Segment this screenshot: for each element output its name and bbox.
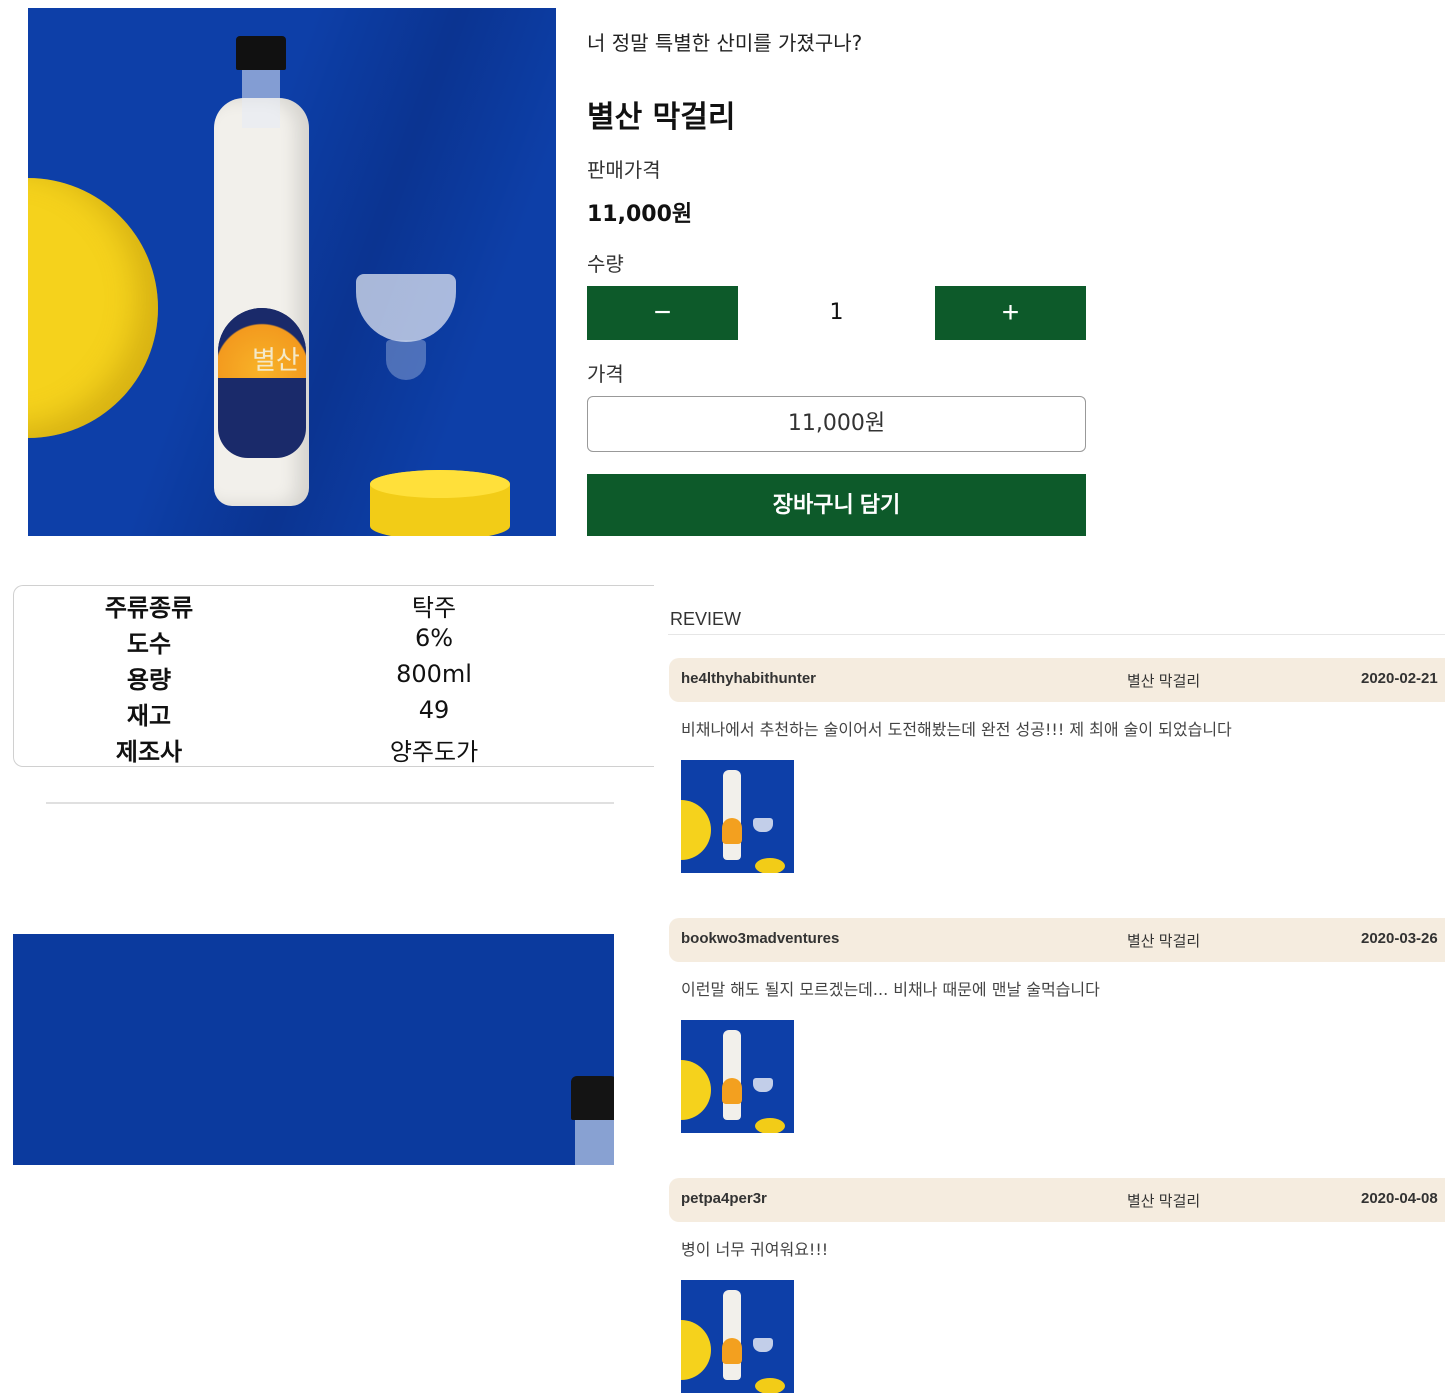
- price-label: 판매가격: [587, 158, 661, 182]
- product-image: 별산: [28, 8, 556, 536]
- thumb-bottle: [723, 770, 741, 860]
- thumb-bottle: [723, 1030, 741, 1120]
- review-date: 2020-04-08: [1361, 1190, 1438, 1207]
- spec-row: 주류종류 탁주: [14, 588, 614, 624]
- thumb-bottle: [723, 1290, 741, 1380]
- review-photo-thumbnail[interactable]: [681, 1020, 794, 1133]
- thumb-label: [722, 1338, 742, 1364]
- review-product: 별산 막걸리: [1127, 673, 1201, 690]
- spec-value: 800ml: [396, 660, 472, 688]
- review-date: 2020-03-26: [1361, 930, 1438, 947]
- label-text: 별산: [252, 346, 300, 376]
- spec-row: 재고 49: [14, 696, 614, 732]
- thumb-glass: [753, 1338, 773, 1352]
- detail-banner-image: [13, 934, 614, 1165]
- thumb-glass: [753, 1078, 773, 1092]
- review-header: bookwo3madventures 별산 막걸리 2020-03-26: [669, 918, 1445, 962]
- review-photo-thumbnail[interactable]: [681, 1280, 794, 1393]
- thumb-sphere: [681, 800, 711, 860]
- spec-value: 양주도가: [389, 738, 479, 766]
- product-name: 별산 막걸리: [587, 100, 736, 135]
- spec-row: 용량 800ml: [14, 660, 614, 696]
- quantity-label: 수량: [587, 252, 624, 276]
- add-to-cart-button[interactable]: 장바구니 담기: [587, 474, 1086, 536]
- price-value: 11,000원: [587, 202, 693, 227]
- spec-value: 6%: [414, 624, 454, 652]
- section-divider: [46, 802, 614, 804]
- total-price-field: 11,000원: [587, 396, 1086, 452]
- spec-table: 주류종류 탁주 도수 6% 용량 800ml 재고 49 제조사 양주도가: [13, 585, 654, 767]
- review-text: 이런말 해도 될지 모르겠는데... 비채나 때문에 맨날 술먹습니다: [681, 980, 1100, 999]
- review-date: 2020-02-21: [1361, 670, 1438, 687]
- spec-key: 주류종류: [104, 594, 194, 622]
- thumb-glass: [753, 818, 773, 832]
- spec-key: 용량: [126, 666, 172, 694]
- total-price-label: 가격: [587, 362, 624, 386]
- thumb-sphere: [681, 1320, 711, 1380]
- bottle-cap: [236, 36, 286, 70]
- spec-key: 도수: [126, 630, 172, 658]
- review-username: he4lthyhabithunter: [681, 670, 817, 687]
- bottle-cap: [571, 1076, 614, 1120]
- quantity-value: 1: [829, 300, 844, 325]
- review-product: 별산 막걸리: [1127, 933, 1201, 950]
- review-header: he4lthyhabithunter 별산 막걸리 2020-02-21: [669, 658, 1445, 702]
- spec-row: 도수 6%: [14, 624, 614, 660]
- review-username: bookwo3madventures: [681, 930, 840, 947]
- spec-key: 재고: [126, 702, 172, 730]
- thumb-cylinder: [755, 1378, 785, 1393]
- product-tagline: 너 정말 특별한 산미를 가졌구나?: [587, 31, 863, 55]
- spec-value: 49: [418, 696, 450, 724]
- spec-key: 제조사: [115, 738, 183, 766]
- review-divider: [668, 634, 1445, 635]
- review-username: petpa4per3r: [681, 1190, 767, 1207]
- decrease-quantity-button[interactable]: −: [587, 286, 738, 340]
- review-photo-thumbnail[interactable]: [681, 760, 794, 873]
- bottle-neck: [242, 68, 280, 128]
- review-text: 병이 너무 귀여워요!!!: [681, 1240, 829, 1259]
- thumb-label: [722, 1078, 742, 1104]
- bottle-neck: [575, 1120, 614, 1165]
- review-product: 별산 막걸리: [1127, 1193, 1201, 1210]
- bottle-label: 별산: [218, 308, 306, 458]
- thumb-cylinder: [755, 1118, 785, 1133]
- thumb-cylinder: [755, 858, 785, 873]
- spec-value: 탁주: [411, 594, 457, 622]
- increase-quantity-button[interactable]: +: [935, 286, 1086, 340]
- thumb-sphere: [681, 1060, 711, 1120]
- review-header: petpa4per3r 별산 막걸리 2020-04-08: [669, 1178, 1445, 1222]
- spec-row: 제조사 양주도가: [14, 732, 614, 768]
- review-text: 비채나에서 추천하는 술이어서 도전해봤는데 완전 성공!!! 제 최애 술이 …: [681, 720, 1232, 739]
- review-section-title: REVIEW: [670, 609, 742, 629]
- yellow-cylinder-prop: [370, 470, 510, 536]
- thumb-label: [722, 818, 742, 844]
